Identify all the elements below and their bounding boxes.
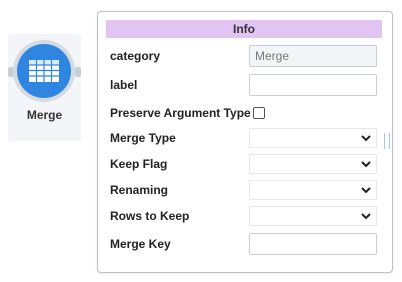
merge-type-select[interactable] (249, 128, 377, 148)
output-port[interactable] (75, 67, 81, 77)
label-label: label (110, 78, 138, 92)
keep-flag-row: Keep Flag (110, 152, 167, 176)
rows-to-keep-row: Rows to Keep (110, 204, 189, 228)
renaming-label: Renaming (110, 183, 169, 197)
node-icon-circle (17, 44, 71, 98)
properties-panel: Info category label Preserve Argument Ty… (97, 11, 393, 273)
preserve-argument-type-checkbox[interactable] (253, 107, 265, 119)
merge-key-field[interactable] (249, 233, 377, 255)
node-label: Merge (26, 108, 63, 122)
preserve-argument-type-label: Preserve Argument Type (110, 106, 251, 120)
preserve-argument-type-row: Preserve Argument Type (110, 101, 251, 125)
node-icon-ring (13, 40, 75, 102)
scroll-handle[interactable] (384, 133, 390, 149)
renaming-row: Renaming (110, 178, 168, 202)
label-field[interactable] (249, 74, 377, 96)
category-label: category (110, 49, 161, 63)
merge-key-label: Merge Key (110, 237, 171, 251)
chevron-down-icon (361, 213, 371, 220)
merge-key-row: Merge Key (110, 232, 171, 256)
chevron-down-icon (361, 161, 371, 168)
chevron-down-icon (361, 135, 371, 142)
panel-title: Info (106, 20, 382, 38)
chevron-down-icon (361, 187, 371, 194)
category-field (249, 45, 377, 67)
merge-node[interactable]: Merge (8, 34, 81, 141)
keep-flag-select[interactable] (249, 154, 377, 174)
keep-flag-label: Keep Flag (110, 157, 168, 171)
rows-to-keep-select[interactable] (249, 206, 377, 226)
merge-type-row: Merge Type (110, 126, 176, 150)
rows-to-keep-label: Rows to Keep (110, 209, 190, 223)
merge-type-label: Merge Type (110, 131, 176, 145)
category-row: category (110, 44, 160, 68)
renaming-select[interactable] (249, 180, 377, 200)
table-icon (29, 60, 59, 82)
label-row: label (110, 73, 137, 97)
